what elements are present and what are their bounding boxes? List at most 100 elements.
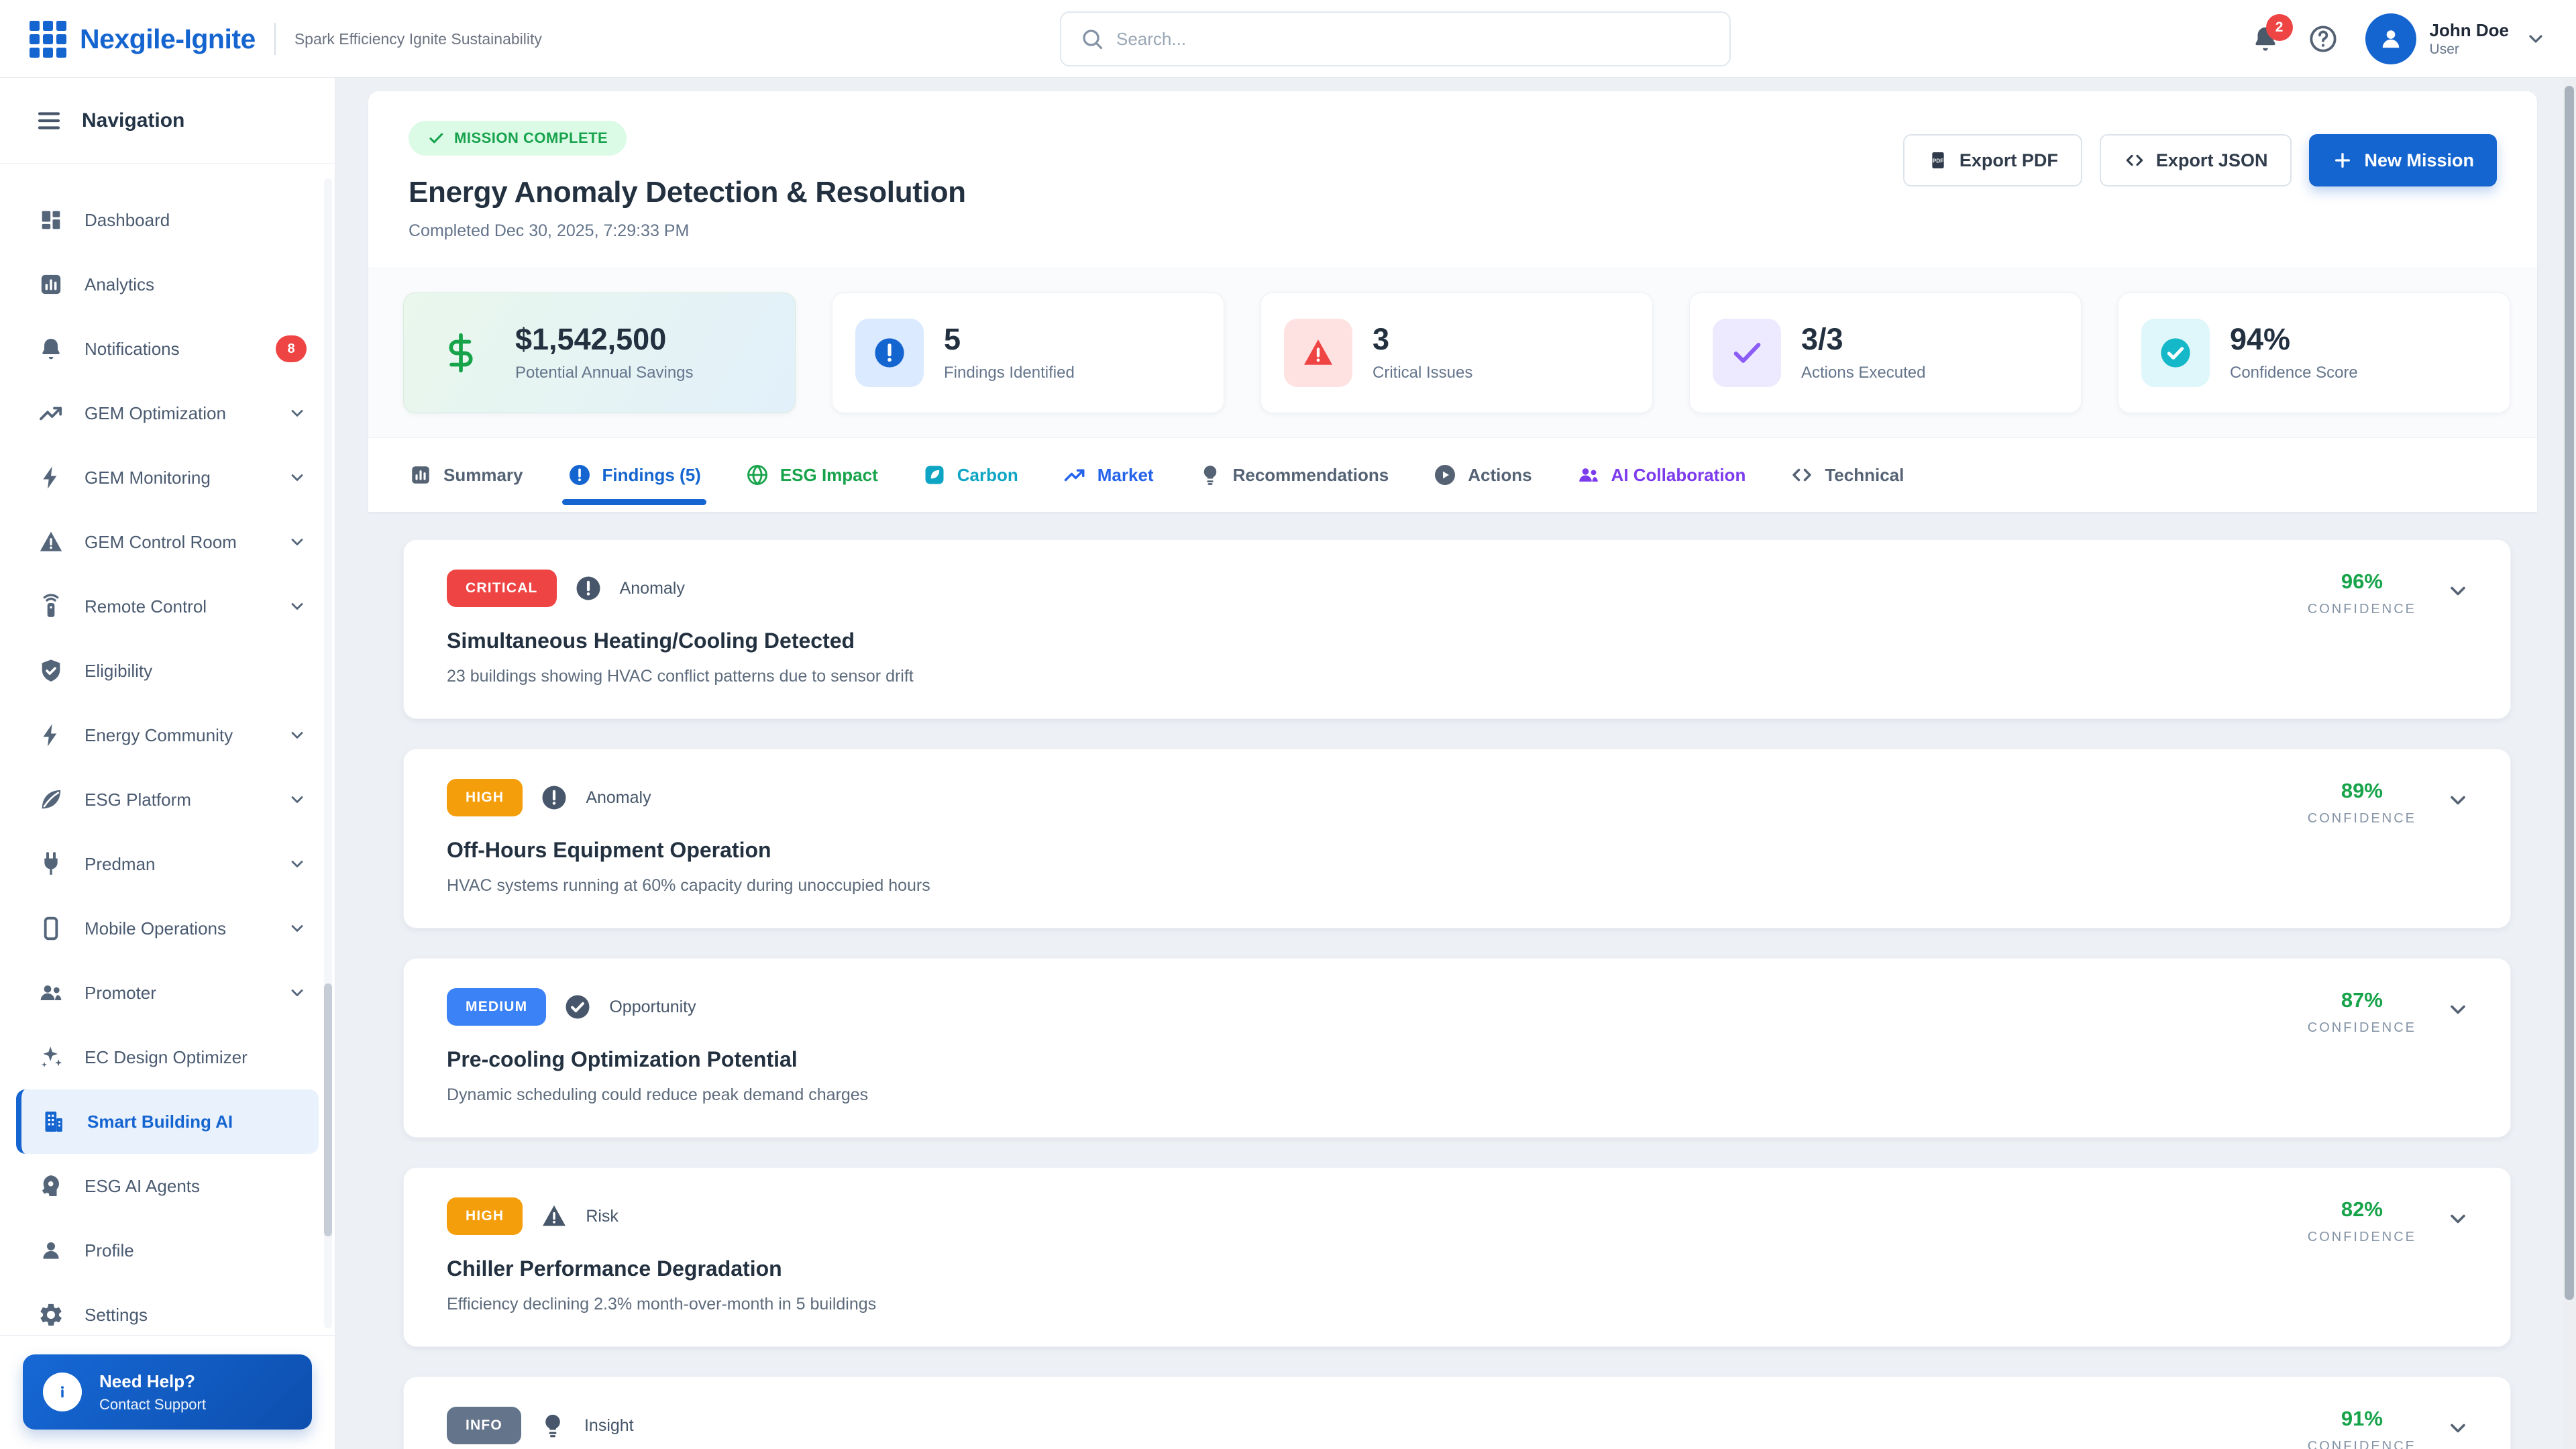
users-icon	[1576, 463, 1601, 487]
sidebar-item-eligibility[interactable]: Eligibility	[0, 639, 335, 703]
help-card-subtitle: Contact Support	[99, 1396, 206, 1413]
expand-chevron-icon[interactable]	[2446, 1207, 2470, 1231]
chevron-down-icon	[288, 597, 307, 616]
tab-label: Recommendations	[1233, 465, 1389, 486]
analytics-icon	[409, 463, 433, 487]
tab-actions[interactable]: Actions	[1433, 438, 1532, 512]
export-pdf-button[interactable]: PDF Export PDF	[1903, 134, 2082, 186]
chevron-down-icon	[288, 404, 307, 423]
finding-title: Chiller Performance Degradation	[447, 1256, 2467, 1281]
sidebar-item-label: Smart Building AI	[87, 1112, 305, 1132]
tab-findings[interactable]: Findings (5)	[568, 438, 701, 512]
expand-chevron-icon[interactable]	[2446, 579, 2470, 603]
sidebar-item-label: Eligibility	[85, 661, 307, 682]
user-menu-chevron-icon[interactable]	[2525, 28, 2546, 50]
dashboard-icon	[38, 207, 64, 233]
page-scrollbar[interactable]	[2563, 78, 2576, 1449]
page-scrollbar-thumb[interactable]	[2565, 86, 2574, 1300]
sidebar-item-predman[interactable]: Predman	[0, 832, 335, 896]
code-icon	[2124, 150, 2145, 171]
sidebar-item-label: Notifications	[85, 339, 256, 360]
status-badge: MISSION COMPLETE	[409, 121, 627, 156]
sidebar-item-profile[interactable]: Profile	[0, 1218, 335, 1283]
mission-header: MISSION COMPLETE Energy Anomaly Detectio…	[368, 91, 2537, 268]
sidebar-item-notifications[interactable]: Notifications8	[0, 317, 335, 381]
finding-type-label: Risk	[586, 1207, 619, 1226]
tab-label: Market	[1097, 465, 1154, 486]
sidebar-item-dashboard[interactable]: Dashboard	[0, 188, 335, 252]
alert-triangle-icon	[540, 1202, 568, 1230]
search-input[interactable]	[1116, 29, 1711, 50]
sidebar-item-label: Analytics	[85, 274, 307, 295]
app-logo-icon[interactable]	[30, 21, 66, 58]
check-icon	[1713, 319, 1781, 387]
svg-text:PDF: PDF	[1933, 158, 1944, 164]
sidebar-item-label: GEM Control Room	[85, 532, 268, 553]
search-bar[interactable]	[1060, 11, 1731, 66]
tab-market[interactable]: Market	[1063, 438, 1154, 512]
tab-ai-collaboration[interactable]: AI Collaboration	[1576, 438, 1746, 512]
sidebar-item-esg-platform[interactable]: ESG Platform	[0, 767, 335, 832]
confidence-value: 96%	[2308, 570, 2416, 594]
stat-card-4: 94%Confidence Score	[2118, 292, 2510, 413]
tab-carbon[interactable]: Carbon	[922, 438, 1018, 512]
check-circle-icon	[2141, 319, 2210, 387]
confidence-value: 82%	[2308, 1197, 2416, 1222]
check-icon	[427, 129, 445, 147]
brand-tagline: Spark Efficiency Ignite Sustainability	[294, 30, 542, 48]
sidebar-scrollbar[interactable]	[324, 178, 332, 1328]
expand-chevron-icon[interactable]	[2446, 1416, 2470, 1440]
sidebar-item-settings[interactable]: Settings	[0, 1283, 335, 1335]
finding-title: Simultaneous Heating/Cooling Detected	[447, 629, 2467, 653]
tab-label: Actions	[1468, 465, 1532, 486]
confidence-label: CONFIDENCE	[2308, 1230, 2416, 1245]
finding-card-3: MEDIUMOpportunityPre-cooling Optimizatio…	[403, 958, 2511, 1138]
sidebar-item-label: ESG Platform	[85, 790, 268, 810]
menu-toggle-icon[interactable]	[35, 107, 63, 135]
finding-description: Dynamic scheduling could reduce peak dem…	[447, 1085, 2467, 1105]
bell-icon	[38, 335, 64, 362]
stat-label: Critical Issues	[1373, 364, 1472, 382]
help-button[interactable]	[2308, 23, 2339, 54]
contact-support-button[interactable]: Need Help? Contact Support	[23, 1354, 312, 1430]
sidebar-item-label: GEM Monitoring	[85, 468, 268, 488]
sidebar-item-promoter[interactable]: Promoter	[0, 961, 335, 1025]
sidebar-item-gem-monitoring[interactable]: GEM Monitoring	[0, 445, 335, 510]
sidebar: Navigation DashboardAnalyticsNotificatio…	[0, 78, 335, 1449]
sidebar-item-ec-design-optimizer[interactable]: EC Design Optimizer	[0, 1025, 335, 1089]
expand-chevron-icon[interactable]	[2446, 998, 2470, 1022]
stat-label: Potential Annual Savings	[515, 364, 694, 382]
tab-technical[interactable]: Technical	[1790, 438, 1904, 512]
stat-card-1: 5Findings Identified	[832, 292, 1224, 413]
sidebar-item-mobile-operations[interactable]: Mobile Operations	[0, 896, 335, 961]
tabs-bar: Summary Findings (5) ESG Impact Carbon Marke…	[368, 437, 2537, 513]
finding-description: Efficiency declining 2.3% month-over-mon…	[447, 1295, 2467, 1314]
sidebar-item-energy-community[interactable]: Energy Community	[0, 703, 335, 767]
search-icon	[1080, 27, 1104, 51]
tab-recommendations[interactable]: Recommendations	[1198, 438, 1389, 512]
gear-icon	[38, 1301, 64, 1328]
sidebar-item-gem-control-room[interactable]: GEM Control Room	[0, 510, 335, 574]
notifications-button[interactable]: 2	[2250, 23, 2281, 54]
finding-title: Pre-cooling Optimization Potential	[447, 1047, 2467, 1072]
sidebar-item-label: ESG AI Agents	[85, 1176, 307, 1197]
sidebar-item-analytics[interactable]: Analytics	[0, 252, 335, 317]
confidence-value: 91%	[2308, 1407, 2416, 1431]
sidebar-item-gem-optimization[interactable]: GEM Optimization	[0, 381, 335, 445]
sidebar-item-esg-ai-agents[interactable]: ESG AI Agents	[0, 1154, 335, 1218]
sidebar-item-label: Mobile Operations	[85, 918, 268, 939]
new-mission-button[interactable]: New Mission	[2309, 134, 2497, 186]
severity-badge: HIGH	[447, 779, 523, 816]
expand-chevron-icon[interactable]	[2446, 788, 2470, 812]
tab-label: Summary	[443, 465, 523, 486]
user-name: John Doe	[2430, 20, 2509, 41]
sidebar-item-smart-building-ai[interactable]: Smart Building AI	[16, 1089, 319, 1154]
sidebar-nav: Dashboard Analytics Notifications8GEM Opti…	[0, 164, 335, 1335]
tab-esg-impact[interactable]: ESG Impact	[745, 438, 878, 512]
export-json-button[interactable]: Export JSON	[2100, 134, 2292, 186]
tab-summary[interactable]: Summary	[409, 438, 523, 512]
user-menu[interactable]: John Doe User	[2365, 13, 2546, 64]
sidebar-item-remote-control[interactable]: Remote Control	[0, 574, 335, 639]
brand-divider	[274, 23, 276, 55]
sidebar-scrollbar-thumb[interactable]	[324, 983, 332, 1236]
